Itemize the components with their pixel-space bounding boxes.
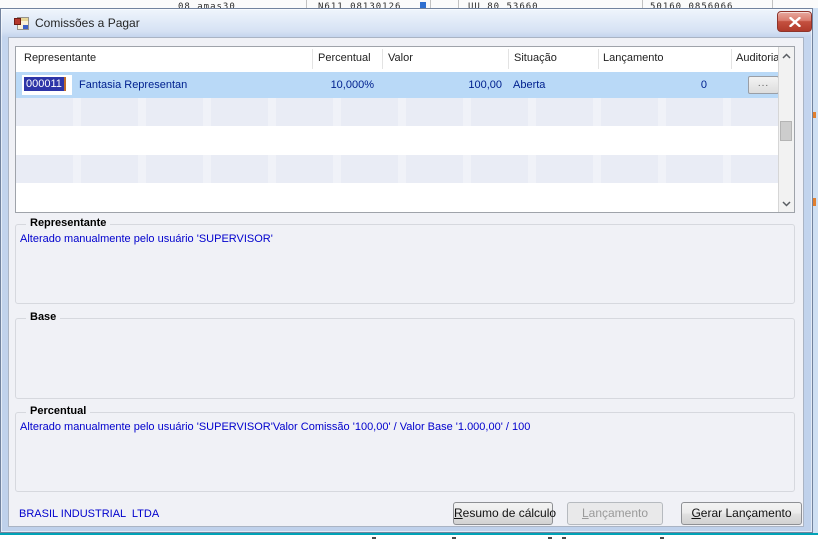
form-icon	[14, 16, 29, 30]
background-mark	[372, 537, 376, 539]
column-header-situacao[interactable]: Situação	[514, 52, 557, 64]
dialog-client-area: Representante Percentual Valor Situação …	[8, 37, 804, 527]
title-bar[interactable]: Comissões a Pagar	[1, 9, 812, 37]
background-mark	[452, 537, 456, 539]
cell-situacao: Aberta	[513, 79, 546, 91]
chevron-down-icon	[781, 200, 791, 207]
scroll-up-button[interactable]	[779, 48, 793, 63]
column-separator	[731, 49, 732, 69]
grid-row-selected[interactable]: 000011 Fantasia Representan 10,000% 100,…	[16, 72, 779, 98]
empty-grid-row	[16, 183, 779, 212]
scroll-down-button[interactable]	[779, 196, 793, 211]
groupbox-base: Base	[15, 311, 795, 399]
column-separator	[598, 49, 599, 69]
cell-border	[772, 0, 773, 8]
lancamento-button: Lançamento	[567, 502, 663, 525]
empty-grid-row	[16, 98, 779, 126]
groupbox-representante: Representante Alterado manualmente pelo …	[15, 217, 795, 304]
column-separator	[508, 49, 509, 69]
window-title: Comissões a Pagar	[35, 16, 140, 30]
gerar-lancamento-button[interactable]: Gerar Lançamento	[681, 502, 802, 525]
column-header-valor[interactable]: Valor	[388, 52, 413, 64]
groupbox-title: Base	[26, 311, 61, 323]
groupbox-percentual: Percentual Alterado manualmente pelo usu…	[15, 405, 795, 492]
close-icon	[788, 16, 801, 27]
representante-audit-text: Alterado manualmente pelo usuário 'SUPER…	[20, 233, 273, 245]
empty-grid-row	[16, 126, 779, 155]
cell-representante: Fantasia Representan	[79, 79, 188, 91]
cell-percentual: 10,000%	[330, 79, 374, 91]
scrollbar-thumb[interactable]	[780, 121, 792, 141]
background-window-right	[813, 8, 818, 533]
grid-header-row: Representante Percentual Valor Situação …	[16, 47, 794, 73]
groupbox-title: Representante	[26, 217, 111, 229]
cell-border	[430, 0, 431, 8]
empty-grid-row	[16, 155, 779, 183]
codigo-selected-text: 000011	[24, 77, 66, 91]
cell-valor: 100,00	[468, 79, 502, 91]
cell-border	[306, 0, 307, 8]
background-orange-mark	[813, 198, 816, 206]
background-mark	[562, 537, 566, 539]
column-header-percentual[interactable]: Percentual	[318, 52, 371, 64]
percentual-audit-text: Alterado manualmente pelo usuário 'SUPER…	[20, 421, 531, 433]
background-mark	[660, 537, 664, 539]
background-orange-mark	[813, 112, 816, 118]
chevron-up-icon	[781, 52, 791, 59]
background-teal-divider	[0, 533, 818, 535]
column-header-auditoria[interactable]: Auditoria	[736, 52, 779, 64]
screen: 08 amas30 N611 08130126 UU 80 53660 5016…	[0, 0, 818, 542]
vertical-scrollbar[interactable]	[778, 47, 794, 212]
auditoria-ellipsis-button[interactable]: ...	[748, 76, 779, 94]
column-separator	[312, 49, 313, 69]
resumo-de-calculo-button[interactable]: Resumo de cálculo	[453, 502, 556, 525]
dialog-comissoes-a-pagar: Comissões a Pagar Representante Percentu…	[0, 8, 813, 533]
codigo-edit-cell[interactable]: 000011	[22, 75, 72, 95]
cell-border	[642, 0, 643, 8]
background-mark	[548, 537, 552, 539]
cell-border	[458, 0, 459, 8]
cell-lancamento: 0	[700, 79, 707, 91]
company-label: BRASIL INDUSTRIAL LTDA	[19, 508, 160, 520]
column-header-lancamento[interactable]: Lançamento	[603, 52, 664, 64]
groupbox-title: Percentual	[26, 405, 91, 417]
close-button[interactable]	[777, 11, 812, 32]
background-window-top: 08 amas30 N611 08130126 UU 80 53660 5016…	[0, 0, 818, 8]
column-header-representante[interactable]: Representante	[24, 52, 96, 64]
column-separator	[382, 49, 383, 69]
commissions-grid: Representante Percentual Valor Situação …	[15, 46, 795, 213]
